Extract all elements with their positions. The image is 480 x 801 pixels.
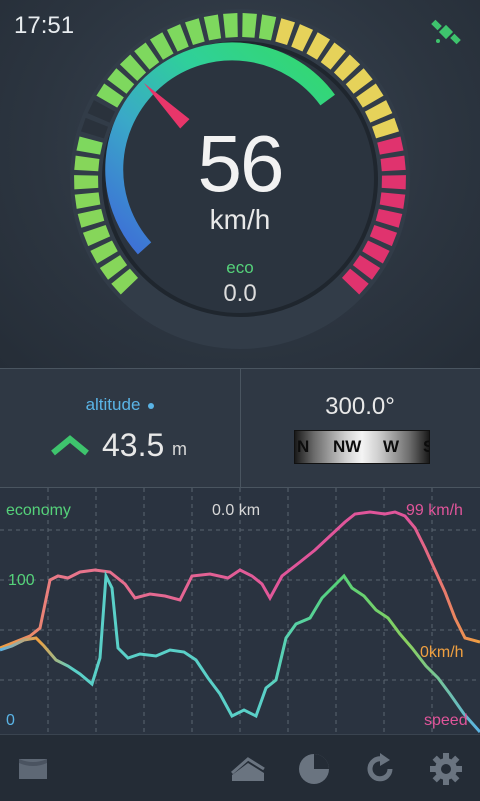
- altitude-label-text: altitude: [85, 395, 141, 414]
- heading-value: 300.0°: [325, 393, 395, 420]
- chart-label-100: 100: [8, 572, 35, 589]
- info-panel: altitude 43.5 m 300.0° N NW W S: [0, 369, 480, 488]
- chart-label-max-speed: 99 km/h: [406, 502, 463, 519]
- chart-label-economy: economy: [6, 502, 71, 519]
- refresh-icon[interactable]: [362, 751, 398, 787]
- divider: [240, 369, 241, 487]
- eco-value: 0.0: [223, 280, 257, 307]
- speedometer-panel: 17:51 56 km/h eco 0.0: [0, 0, 480, 369]
- altitude-up-icon: [51, 435, 89, 456]
- gauge-tick: [74, 175, 99, 190]
- compass-letter: NW: [333, 437, 362, 456]
- altitude-label[interactable]: altitude: [0, 395, 240, 415]
- map-icon[interactable]: [15, 751, 51, 787]
- chart-label-speed: speed: [424, 712, 468, 729]
- speed-unit: km/h: [209, 204, 271, 235]
- chart-graph: [0, 488, 480, 734]
- economy-line: [0, 570, 480, 733]
- compass-letter: S: [423, 437, 429, 457]
- speed-value: 56: [197, 119, 285, 208]
- chart-label-0: 0: [6, 712, 15, 729]
- chart-label-min-speed: 0km/h: [420, 644, 464, 661]
- chart-label-distance: 0.0 km: [212, 502, 261, 519]
- compass-strip: N NW W S: [294, 430, 430, 464]
- bottom-nav: [0, 734, 480, 801]
- eco-label: eco: [226, 258, 254, 277]
- settings-icon[interactable]: [428, 751, 464, 787]
- compass-letter: W: [383, 437, 400, 456]
- route-icon[interactable]: [230, 751, 266, 787]
- altitude-unit: m: [172, 439, 187, 459]
- gauge-tick: [381, 175, 406, 190]
- altitude-dot-icon: [148, 402, 155, 409]
- altitude-value: 43.5: [102, 427, 165, 463]
- stats-icon[interactable]: [296, 751, 332, 787]
- compass-letter: N: [297, 437, 310, 456]
- trip-chart: economy 100 0 0.0 km 99 km/h 0km/h speed: [0, 488, 480, 734]
- gauge-tick: [242, 13, 257, 38]
- gauge-tick: [223, 13, 238, 38]
